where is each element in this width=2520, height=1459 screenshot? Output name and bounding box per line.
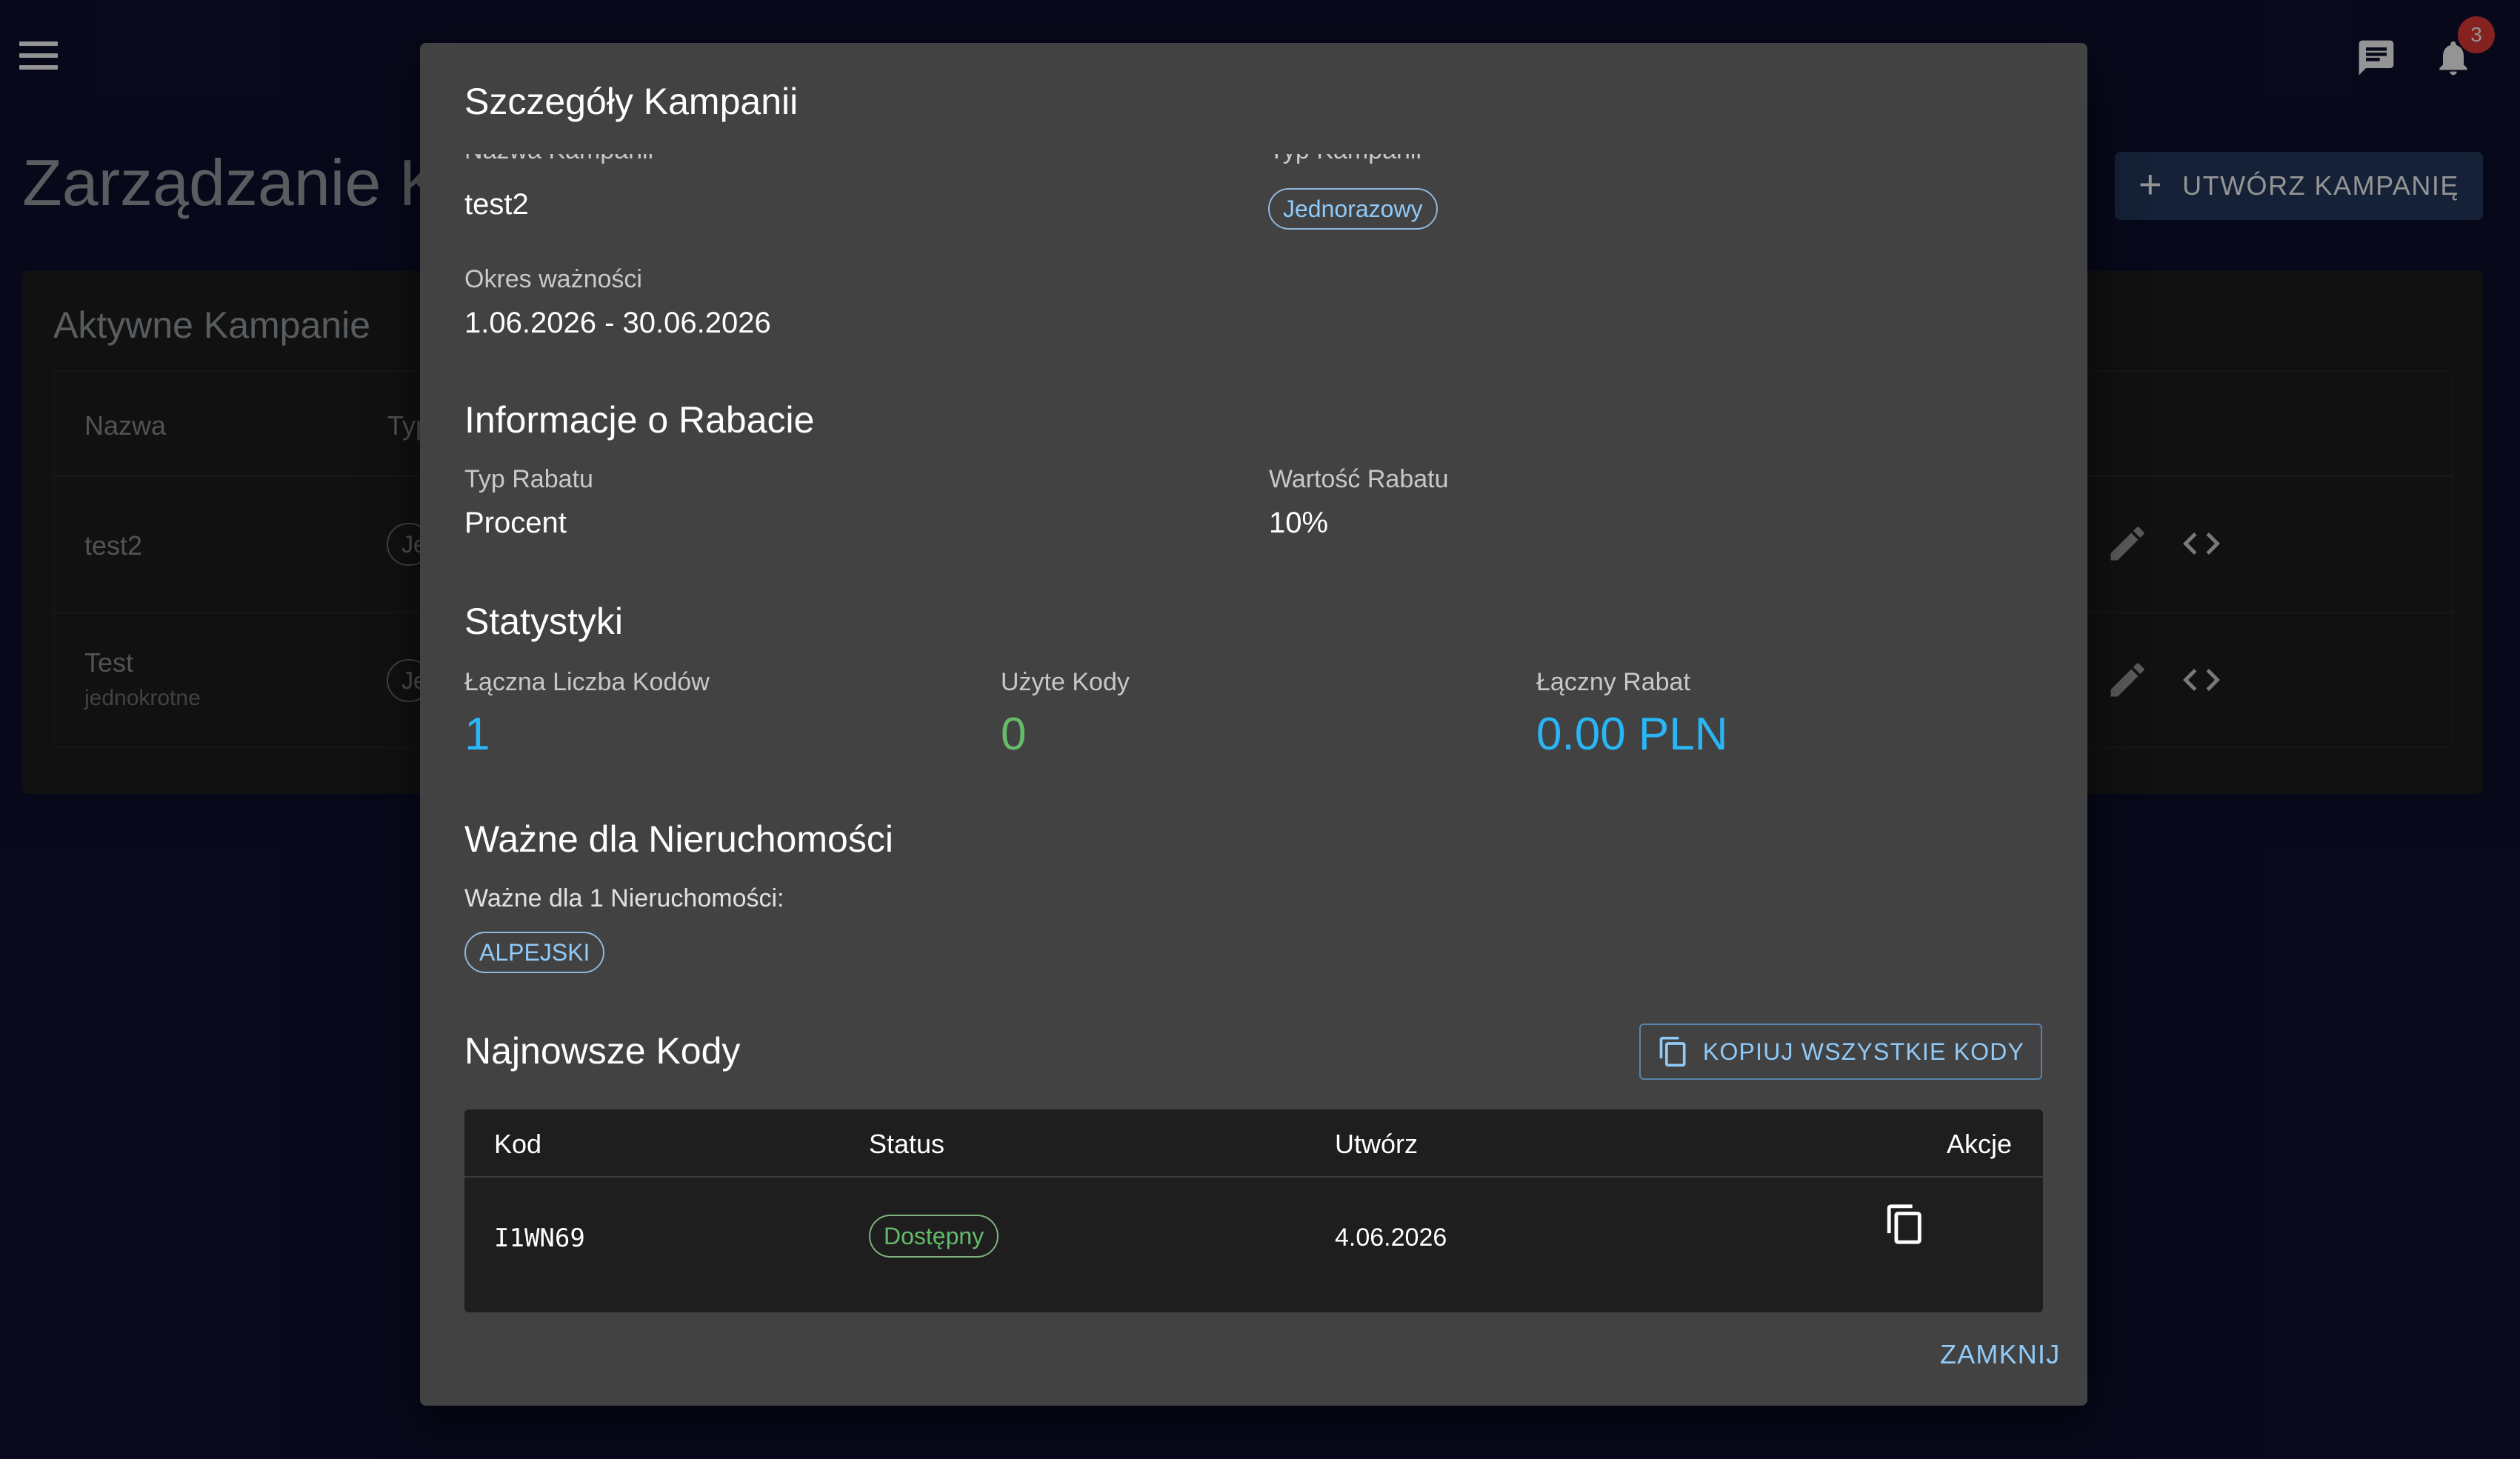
campaign-details-dialog: Szczegóły Kampanii Nazwa Kampanii Typ Ka… xyxy=(420,43,2087,1406)
copy-all-codes-label: KOPIUJ WSZYSTKIE KODY xyxy=(1702,1038,2025,1065)
used-codes-value: 0 xyxy=(1001,709,1027,760)
discount-value-label: Wartość Rabatu xyxy=(1269,465,1449,493)
campaign-type-chip: Jednorazowy xyxy=(1268,188,1438,230)
stats-section-title: Statystyki xyxy=(464,601,623,642)
properties-caption: Ważne dla 1 Nieruchomości: xyxy=(464,884,784,912)
dialog-scroll-top: Nazwa Kampanii Typ Kampanii xyxy=(420,154,2087,221)
total-codes-value: 1 xyxy=(464,709,490,760)
used-codes-label: Użyte Kody xyxy=(1001,668,1130,696)
codes-table-header: Kod Status Utwórz Akcje xyxy=(464,1109,2043,1178)
column-header-actions: Akcje xyxy=(1946,1129,2012,1159)
validity-value: 1.06.2026 - 30.06.2026 xyxy=(464,307,771,339)
copy-code-icon[interactable] xyxy=(1884,1203,1927,1246)
total-discount-value: 0.00 PLN xyxy=(1536,709,1728,760)
validity-label: Okres ważności xyxy=(464,265,642,293)
close-button[interactable]: ZAMKNIJ xyxy=(1940,1339,2060,1370)
total-codes-label: Łączna Liczba Kodów xyxy=(464,668,710,696)
property-chip: ALPEJSKI xyxy=(464,932,605,973)
column-header-code: Kod xyxy=(494,1129,542,1159)
status-badge: Dostępny xyxy=(869,1215,999,1258)
campaign-type-label: Typ Kampanii xyxy=(1269,154,1421,165)
properties-section-title: Ważne dla Nieruchomości xyxy=(464,818,893,860)
campaign-name-value: test2 xyxy=(464,188,529,221)
discount-value: 10% xyxy=(1269,507,1329,539)
copy-all-codes-button[interactable]: KOPIUJ WSZYSTKIE KODY xyxy=(1639,1024,2042,1080)
discount-section-title: Informacje o Rabacie xyxy=(464,399,815,441)
total-discount-label: Łączny Rabat xyxy=(1536,668,1690,696)
campaign-name-label: Nazwa Kampanii xyxy=(464,154,653,165)
code-value: I1WN69 xyxy=(494,1223,585,1253)
column-header-created: Utwórz xyxy=(1335,1129,1419,1159)
discount-type-label: Typ Rabatu xyxy=(464,465,593,493)
dialog-title: Szczegóły Kampanii xyxy=(464,81,799,122)
codes-section-title: Najnowsze Kody xyxy=(464,1030,741,1072)
codes-table: Kod Status Utwórz Akcje I1WN69 Dostępny … xyxy=(464,1109,2043,1312)
discount-type-value: Procent xyxy=(464,507,567,539)
created-date: 4.06.2026 xyxy=(1335,1223,1447,1252)
copy-icon xyxy=(1659,1036,1686,1067)
column-header-status: Status xyxy=(869,1129,945,1159)
